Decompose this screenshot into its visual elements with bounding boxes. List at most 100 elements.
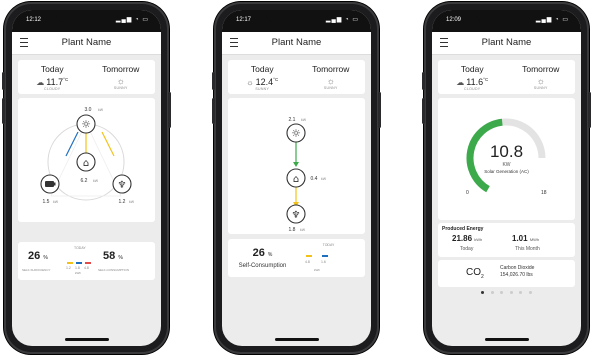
self-consumption-card[interactable]: 26 % Self-Consumption (228, 239, 297, 277)
temp-unit: °C (483, 77, 489, 82)
today-condition: CLOUDY (464, 87, 481, 91)
mini-value-1: 4.8 (305, 260, 310, 264)
tomorrow-label: Tomorrow (102, 64, 140, 74)
co2-symbol: CO2 (466, 267, 484, 280)
weather-today: Today ☼ 12.4°C SUNNY (228, 64, 297, 91)
page-title: Plant Name (61, 37, 112, 48)
energy-flow-card[interactable]: 2.1 kW ☼ ⌂ 0.4 kW ♆ 1.8 kW (228, 98, 365, 234)
sun-icon: ☼ (291, 127, 301, 140)
energy-month-value-row: 1.01 MWh (512, 234, 540, 243)
weather-today: Today ☁ 11.6°C CLOUDY (438, 64, 507, 91)
status-time: 12:17 (236, 17, 252, 23)
page-title: Plant Name (271, 37, 322, 48)
screen-3: 12:09 ▂▄▆ ◔ ▭ Plant Name Today ☁ 11.6°C C… (432, 10, 581, 346)
notch (475, 10, 538, 22)
solar-to-grid-line (101, 131, 115, 157)
signal-wifi-battery-icon: ▂▄▆ ◔ ▭ (115, 17, 149, 23)
home-icon: ⌂ (293, 174, 299, 185)
battery-value: 1.5 (43, 199, 50, 205)
cloudy-icon: ☁ (36, 78, 45, 87)
solar-value: 3.0 (85, 107, 92, 113)
co2-card[interactable]: CO2 Carbon Dioxide 154,026.70 lbs (438, 260, 575, 294)
self-consumption-label: Self-Consumption (238, 263, 287, 269)
mini-unit: kWh (75, 271, 81, 275)
solar-unit: kW (98, 108, 104, 112)
energy-today-label: Today (460, 246, 474, 252)
home-node[interactable]: ⌂ (286, 168, 306, 188)
grid-node[interactable]: ♆ (286, 204, 306, 224)
today-condition: SUNNY (255, 87, 270, 91)
home-value: 0.4 (311, 176, 318, 182)
today-temp: 12.4 (255, 77, 274, 87)
energy-flow-diagram: 2.1 kW ☼ ⌂ 0.4 kW ♆ 1.8 kW (286, 117, 327, 233)
energy-flow-card[interactable]: ☼ 3.0 kW ⌂ 6.2 kW 1.5 kW ♆ 1.2 kW (18, 98, 155, 222)
sun-icon: ☼ (326, 76, 335, 86)
home-indicator (64, 338, 109, 341)
tomorrow-label: Tomorrow (312, 64, 350, 74)
produced-energy-title: Produced Energy (442, 226, 484, 232)
battery-unit: kW (53, 200, 59, 204)
mini-unit: kWh (314, 268, 320, 272)
solar-node[interactable]: ☼ (286, 123, 306, 143)
temp-unit: °C (63, 77, 69, 82)
mini-value-2: 1.6 (321, 260, 326, 264)
tomorrow-condition: SUNNY (323, 86, 338, 90)
tomorrow-condition: SUNNY (113, 86, 128, 90)
co2-title: Carbon Dioxide (500, 265, 535, 271)
today-condition: CLOUDY (44, 87, 61, 91)
phone-2: 12:17 ▂▄▆ ◔ ▭ Plant Name Today ☼ 12.4°C S… (212, 2, 381, 354)
self-consumption-label: SELF-CONSUMPTION (98, 268, 130, 272)
gauge-unit: KW (502, 162, 511, 168)
grid-node[interactable]: ♆ (112, 174, 132, 194)
solar-node[interactable]: ☼ (76, 114, 96, 134)
energy-today-value-row: 21.86 kWh (452, 234, 483, 243)
mini-value-1: 1.2 (66, 266, 71, 270)
summary-card[interactable]: 26 % SELF-SUFFICIENCY TODAY 1.2 1.8 4.8 … (18, 242, 155, 280)
produced-energy-card[interactable]: Produced Energy 21.86 kWh Today 1.01 MWh… (438, 223, 575, 257)
energy-flow-diagram: ☼ 3.0 kW ⌂ 6.2 kW 1.5 kW ♆ 1.2 kW (40, 107, 135, 205)
today-temp: 11.7 (46, 77, 64, 87)
app-header: Plant Name (222, 32, 371, 55)
notch (265, 10, 328, 22)
weather-card[interactable]: Today ☼ 12.4°C SUNNY Tomorrow ☼ SUNNY (228, 60, 365, 94)
today-mini-card[interactable]: TODAY 4.8 1.6 kWh (292, 239, 365, 277)
status-time: 12:09 (446, 17, 462, 23)
app-header: Plant Name (432, 32, 581, 55)
battery-node[interactable] (40, 174, 60, 194)
mini-value-3: 4.8 (84, 266, 89, 270)
weather-card[interactable]: Today ☁ 11.6°C CLOUDY Tomorrow ☼ SUNNY (438, 60, 575, 94)
today-temp: 11.6 (466, 77, 484, 87)
tomorrow-condition: SUNNY (533, 86, 548, 90)
gauge-min: 0 (466, 190, 469, 196)
phone-3: 12:09 ▂▄▆ ◔ ▭ Plant Name Today ☁ 11.6°C C… (422, 2, 591, 354)
phone-1: 12:12 ▂▄▆ ◔ ▭ Plant Name Today ☁ 11.7°C C… (2, 2, 171, 354)
co2-value: 154,026.70 lbs (500, 272, 533, 278)
grid-value: 1.2 (119, 199, 126, 205)
home-indicator (274, 338, 319, 341)
home-unit: kW (93, 179, 99, 183)
home-value: 6.2 (81, 178, 88, 184)
today-label: Today (460, 64, 484, 74)
weather-card[interactable]: Today ☁ 11.7°C CLOUDY Tomorrow ☼ SUNNY (18, 60, 155, 94)
energy-month-label: This Month (515, 246, 540, 252)
self-sufficiency-pct: 26 % (28, 250, 48, 262)
sun-icon: ☼ (116, 76, 125, 86)
sun-icon: ☼ (536, 76, 545, 86)
home-node[interactable]: ⌂ (76, 152, 96, 172)
gauge-value: 10.8 (489, 142, 524, 161)
self-sufficiency-label: SELF-SUFFICIENCY (22, 268, 51, 272)
screen-1: 12:12 ▂▄▆ ◔ ▭ Plant Name Today ☁ 11.7°C C… (12, 10, 161, 346)
tomorrow-label: Tomorrow (522, 64, 560, 74)
pager-dots[interactable] (438, 281, 575, 299)
today-mini-label: TODAY (74, 246, 86, 250)
weather-tomorrow: Tomorrow ☼ SUNNY (297, 64, 366, 90)
today-mini-label: TODAY (322, 243, 335, 247)
gauge-max: 18 (541, 190, 547, 196)
notch (55, 10, 118, 22)
sun-icon: ☼ (81, 118, 91, 131)
grid-unit: kW (129, 200, 135, 204)
page-title: Plant Name (481, 37, 532, 48)
self-consumption-pct: 26 % (252, 247, 273, 259)
solar-gauge-card[interactable]: 10.8 KW Solar Generation (AC) 0 18 (438, 98, 575, 220)
home-unit: kW (321, 177, 327, 181)
